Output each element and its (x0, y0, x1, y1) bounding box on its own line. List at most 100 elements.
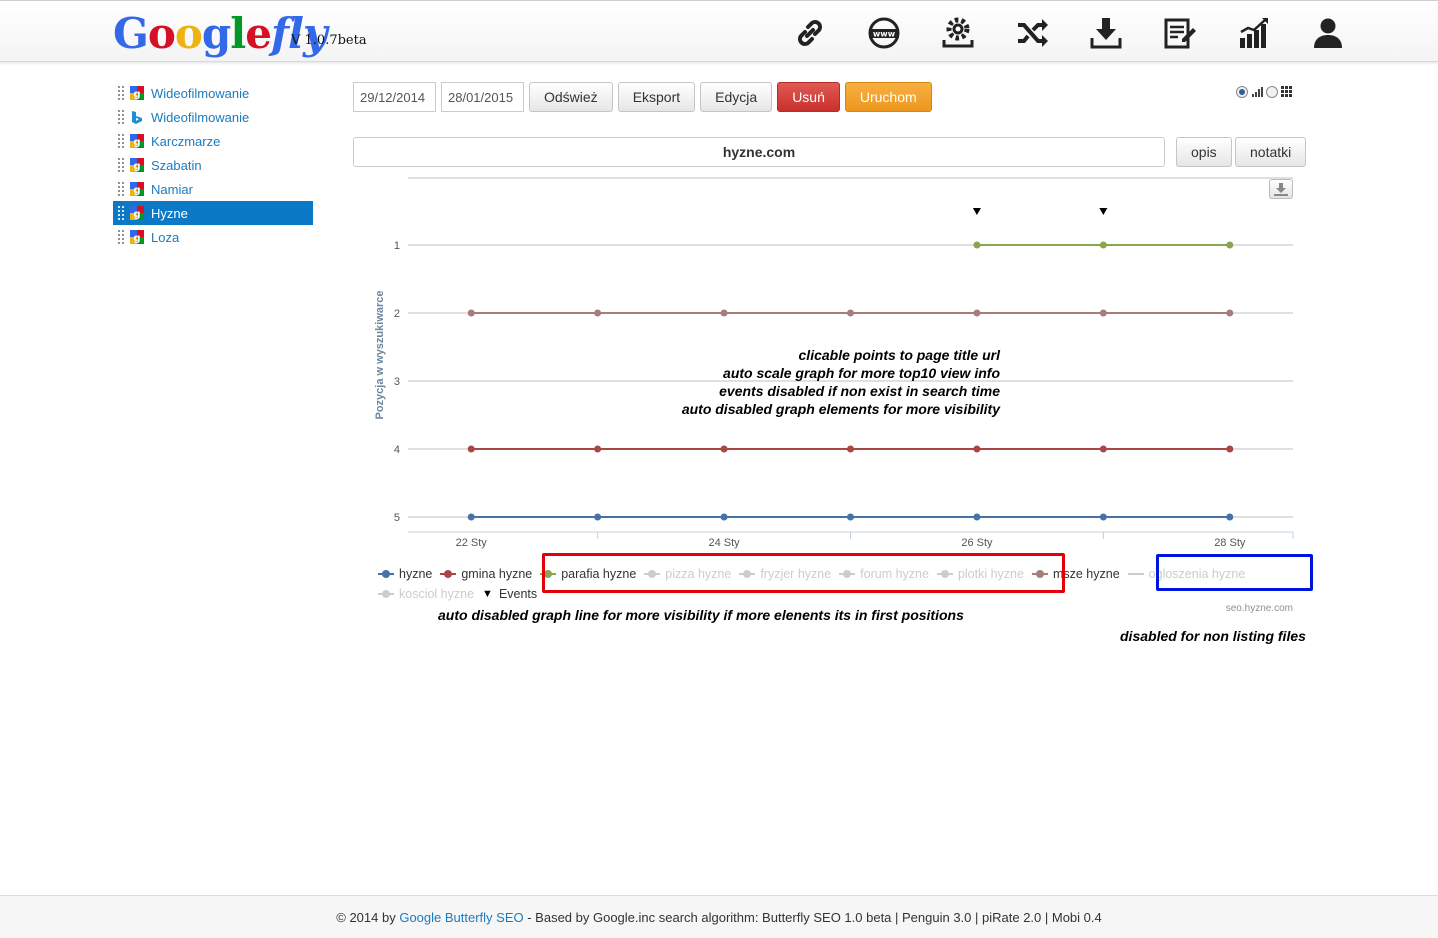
data-point[interactable] (594, 513, 602, 521)
description-button[interactable]: opis (1176, 137, 1232, 167)
y-axis-title: Pozycja w wyszukiwarce (374, 290, 386, 419)
footer-prefix: © 2014 by (336, 909, 400, 925)
settings-icon[interactable] (940, 13, 976, 53)
data-point[interactable] (720, 513, 728, 521)
legend-swatch-icon (378, 569, 394, 579)
refresh-button[interactable]: Odśwież (529, 82, 613, 112)
data-point[interactable] (467, 309, 475, 317)
x-tick-label: 24 Sty (708, 537, 740, 549)
sidebar-item[interactable]: g Hyzne (113, 201, 313, 225)
svg-text:g: g (133, 233, 140, 244)
google-icon: g (130, 230, 144, 244)
data-point[interactable] (847, 445, 854, 453)
run-button[interactable]: Uruchom (844, 82, 932, 112)
google-icon: g (130, 158, 144, 172)
sidebar-item[interactable]: g Wideofilmowanie (113, 81, 313, 105)
sidebar-item-label: Namiar (151, 181, 193, 197)
view-chart-radio[interactable] (1236, 86, 1248, 98)
chart-export-button[interactable] (1269, 179, 1293, 199)
drag-handle-icon[interactable] (117, 133, 125, 149)
legend-swatch-icon (1127, 569, 1144, 579)
svg-text:g: g (133, 137, 140, 148)
legend-item[interactable]: hyzne (378, 567, 432, 581)
legend-item-events[interactable]: ▼ Events (482, 587, 537, 601)
user-icon[interactable] (1310, 13, 1346, 53)
legend-item[interactable]: gmina hyzne (440, 567, 532, 581)
data-point[interactable] (467, 513, 475, 521)
sidebar-item-label: Wideofilmowanie (151, 85, 250, 101)
data-point[interactable] (1099, 513, 1107, 521)
data-point[interactable] (594, 445, 602, 453)
legend-item[interactable]: kosciol hyzne (378, 587, 474, 601)
event-triangle-icon: ▼ (482, 588, 493, 600)
www-icon[interactable]: www (866, 13, 902, 53)
drag-handle-icon[interactable] (117, 109, 125, 125)
data-point[interactable] (973, 513, 981, 521)
chart-credit[interactable]: seo.hyzne.com (1180, 603, 1293, 614)
annotation-line: clicable points to page title url (798, 347, 1000, 363)
footer-link[interactable]: Google Butterfly SEO (399, 910, 523, 925)
data-point[interactable] (847, 309, 854, 317)
view-grid-radio[interactable] (1266, 86, 1278, 98)
sidebar-item-label: Loza (151, 229, 180, 245)
link-icon[interactable] (792, 13, 828, 53)
data-point[interactable] (1226, 241, 1234, 249)
x-tick-label: 28 Sty (1214, 537, 1246, 549)
drag-handle-icon[interactable] (117, 85, 125, 101)
y-tick-label: 2 (394, 308, 400, 320)
sidebar-item[interactable]: Wideofilmowanie (113, 105, 313, 129)
sidebar-item[interactable]: g Karczmarze (113, 129, 313, 153)
drag-handle-icon[interactable] (117, 229, 125, 245)
bing-icon (132, 111, 142, 124)
google-icon: g (130, 206, 144, 220)
data-point[interactable] (1226, 513, 1234, 521)
highlight-box-red (542, 553, 1065, 593)
data-point[interactable] (847, 513, 854, 521)
drag-handle-icon[interactable] (117, 181, 125, 197)
date-from-input[interactable] (353, 82, 436, 112)
sidebar-item-label: Wideofilmowanie (151, 109, 250, 125)
data-point[interactable] (1099, 309, 1107, 317)
data-point[interactable] (467, 445, 475, 453)
legend-swatch-icon (378, 589, 394, 599)
notes-icon[interactable] (1162, 13, 1198, 53)
y-tick-label: 5 (394, 512, 400, 524)
sidebar-item-label: Hyzne (151, 205, 188, 221)
data-point[interactable] (973, 309, 981, 317)
event-marker (1099, 208, 1108, 215)
legend-label: kosciol hyzne (399, 587, 475, 601)
export-button[interactable]: Eksport (617, 82, 696, 112)
svg-text:g: g (133, 209, 140, 220)
date-to-input[interactable] (441, 82, 524, 112)
data-point[interactable] (1226, 445, 1234, 453)
data-point[interactable] (973, 241, 981, 249)
drag-handle-icon[interactable] (117, 205, 125, 221)
download-icon[interactable] (1088, 13, 1124, 53)
stats-icon[interactable] (1236, 13, 1272, 53)
notes-button[interactable]: notatki (1235, 137, 1307, 167)
google-icon: g (130, 86, 144, 100)
data-point[interactable] (720, 445, 728, 453)
view-toggle (1236, 86, 1293, 98)
app-logo[interactable]: Googlefly V 1.0.7beta (113, 9, 367, 61)
data-point[interactable] (594, 309, 602, 317)
x-tick-label: 26 Sty (961, 537, 993, 549)
data-point[interactable] (1226, 309, 1234, 317)
sidebar-item[interactable]: g Loza (113, 225, 313, 249)
data-point[interactable] (720, 309, 728, 317)
sidebar: g Wideofilmowanie Wideofilmowanie g Karczmar… (113, 81, 313, 249)
delete-button[interactable]: Usuń (777, 82, 840, 112)
sidebar-item[interactable]: g Namiar (113, 177, 313, 201)
sidebar-item[interactable]: g Szabatin (113, 153, 313, 177)
event-marker (972, 208, 981, 215)
site-title-field[interactable]: hyzne.com (353, 137, 1165, 167)
legend-label: gmina hyzne (461, 567, 533, 581)
data-point[interactable] (1099, 445, 1107, 453)
annotation-line: auto disabled graph elements for more vi… (681, 401, 1000, 417)
data-point[interactable] (1099, 241, 1107, 249)
shuffle-icon[interactable] (1014, 13, 1050, 53)
edit-button[interactable]: Edycja (700, 82, 773, 112)
drag-handle-icon[interactable] (117, 157, 125, 173)
footer-suffix: - Based by Google.inc search algorithm: … (523, 909, 1102, 925)
data-point[interactable] (973, 445, 981, 453)
